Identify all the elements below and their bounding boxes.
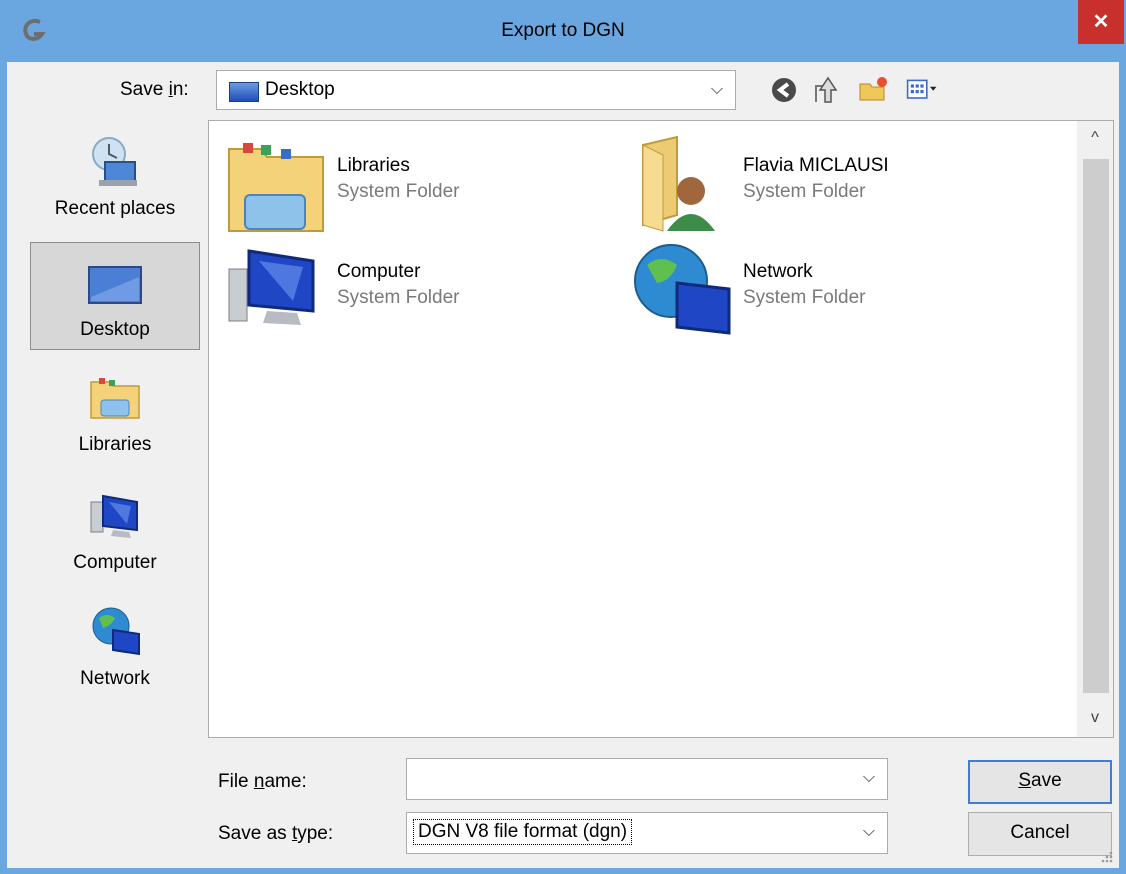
vertical-scrollbar[interactable]: ^ v <box>1077 121 1113 737</box>
window-frame-bottom <box>0 868 1126 874</box>
computer-icon <box>228 249 315 325</box>
file-name-label: File name: <box>218 771 307 792</box>
chevron-down-icon: ⌵ <box>862 823 876 840</box>
computer-icon <box>90 494 138 538</box>
save-button[interactable]: Save <box>968 760 1112 804</box>
save-as-type-label: Save as type: <box>218 823 334 844</box>
desktop-icon <box>88 266 142 304</box>
list-item-user-folder[interactable]: Flavia MICLAUSI System Folder <box>633 135 1033 235</box>
up-folder-icon[interactable] <box>808 74 840 106</box>
place-desktop[interactable]: Desktop <box>30 242 200 350</box>
scroll-thumb[interactable] <box>1083 159 1109 693</box>
resize-grip-icon[interactable] <box>1100 850 1114 864</box>
save-as-type-dropdown[interactable]: DGN V8 file format (dgn) ⌵ <box>406 812 888 854</box>
view-menu-icon[interactable] <box>906 74 938 106</box>
desktop-icon <box>229 82 259 102</box>
libraries-icon <box>90 378 140 419</box>
close-button[interactable]: ✕ <box>1078 0 1124 44</box>
recent-places-icon <box>92 137 137 186</box>
network-icon <box>92 607 140 656</box>
place-network[interactable]: Network <box>30 590 200 698</box>
back-icon[interactable] <box>768 74 800 106</box>
user-folder-icon <box>642 135 715 232</box>
chevron-down-icon[interactable]: ⌵ <box>859 759 879 797</box>
window-frame-left <box>0 62 7 874</box>
save-in-dropdown[interactable]: Desktop ⌵ <box>216 70 736 110</box>
window-frame-right <box>1119 62 1126 874</box>
list-item-network[interactable]: Network System Folder <box>633 241 1033 341</box>
save-in-label: Save in: <box>120 79 189 100</box>
new-folder-icon[interactable] <box>858 74 890 106</box>
places-bar: Recent places Desktop Libraries Computer <box>20 120 200 730</box>
list-item-computer[interactable]: Computer System Folder <box>227 241 627 341</box>
list-item-libraries[interactable]: Libraries System Folder <box>227 135 627 235</box>
libraries-icon <box>228 143 324 232</box>
cancel-button[interactable]: Cancel <box>968 812 1112 856</box>
file-name-combo[interactable]: ⌵ <box>406 758 888 800</box>
scroll-down-button[interactable]: v <box>1077 709 1113 737</box>
place-computer[interactable]: Computer <box>30 474 200 582</box>
place-libraries[interactable]: Libraries <box>30 356 200 464</box>
window-title: Export to DGN <box>501 20 625 41</box>
place-recent-places[interactable]: Recent places <box>30 120 200 228</box>
file-list[interactable]: Libraries System Folder Flavia MICLAUSI … <box>208 120 1114 738</box>
save-as-type-value: DGN V8 file format (dgn) <box>413 819 633 845</box>
file-name-input[interactable] <box>407 759 863 793</box>
network-icon <box>634 244 731 335</box>
scroll-up-button[interactable]: ^ <box>1077 129 1113 157</box>
chevron-down-icon: ⌵ <box>710 81 724 98</box>
save-in-value: Desktop <box>265 79 335 100</box>
